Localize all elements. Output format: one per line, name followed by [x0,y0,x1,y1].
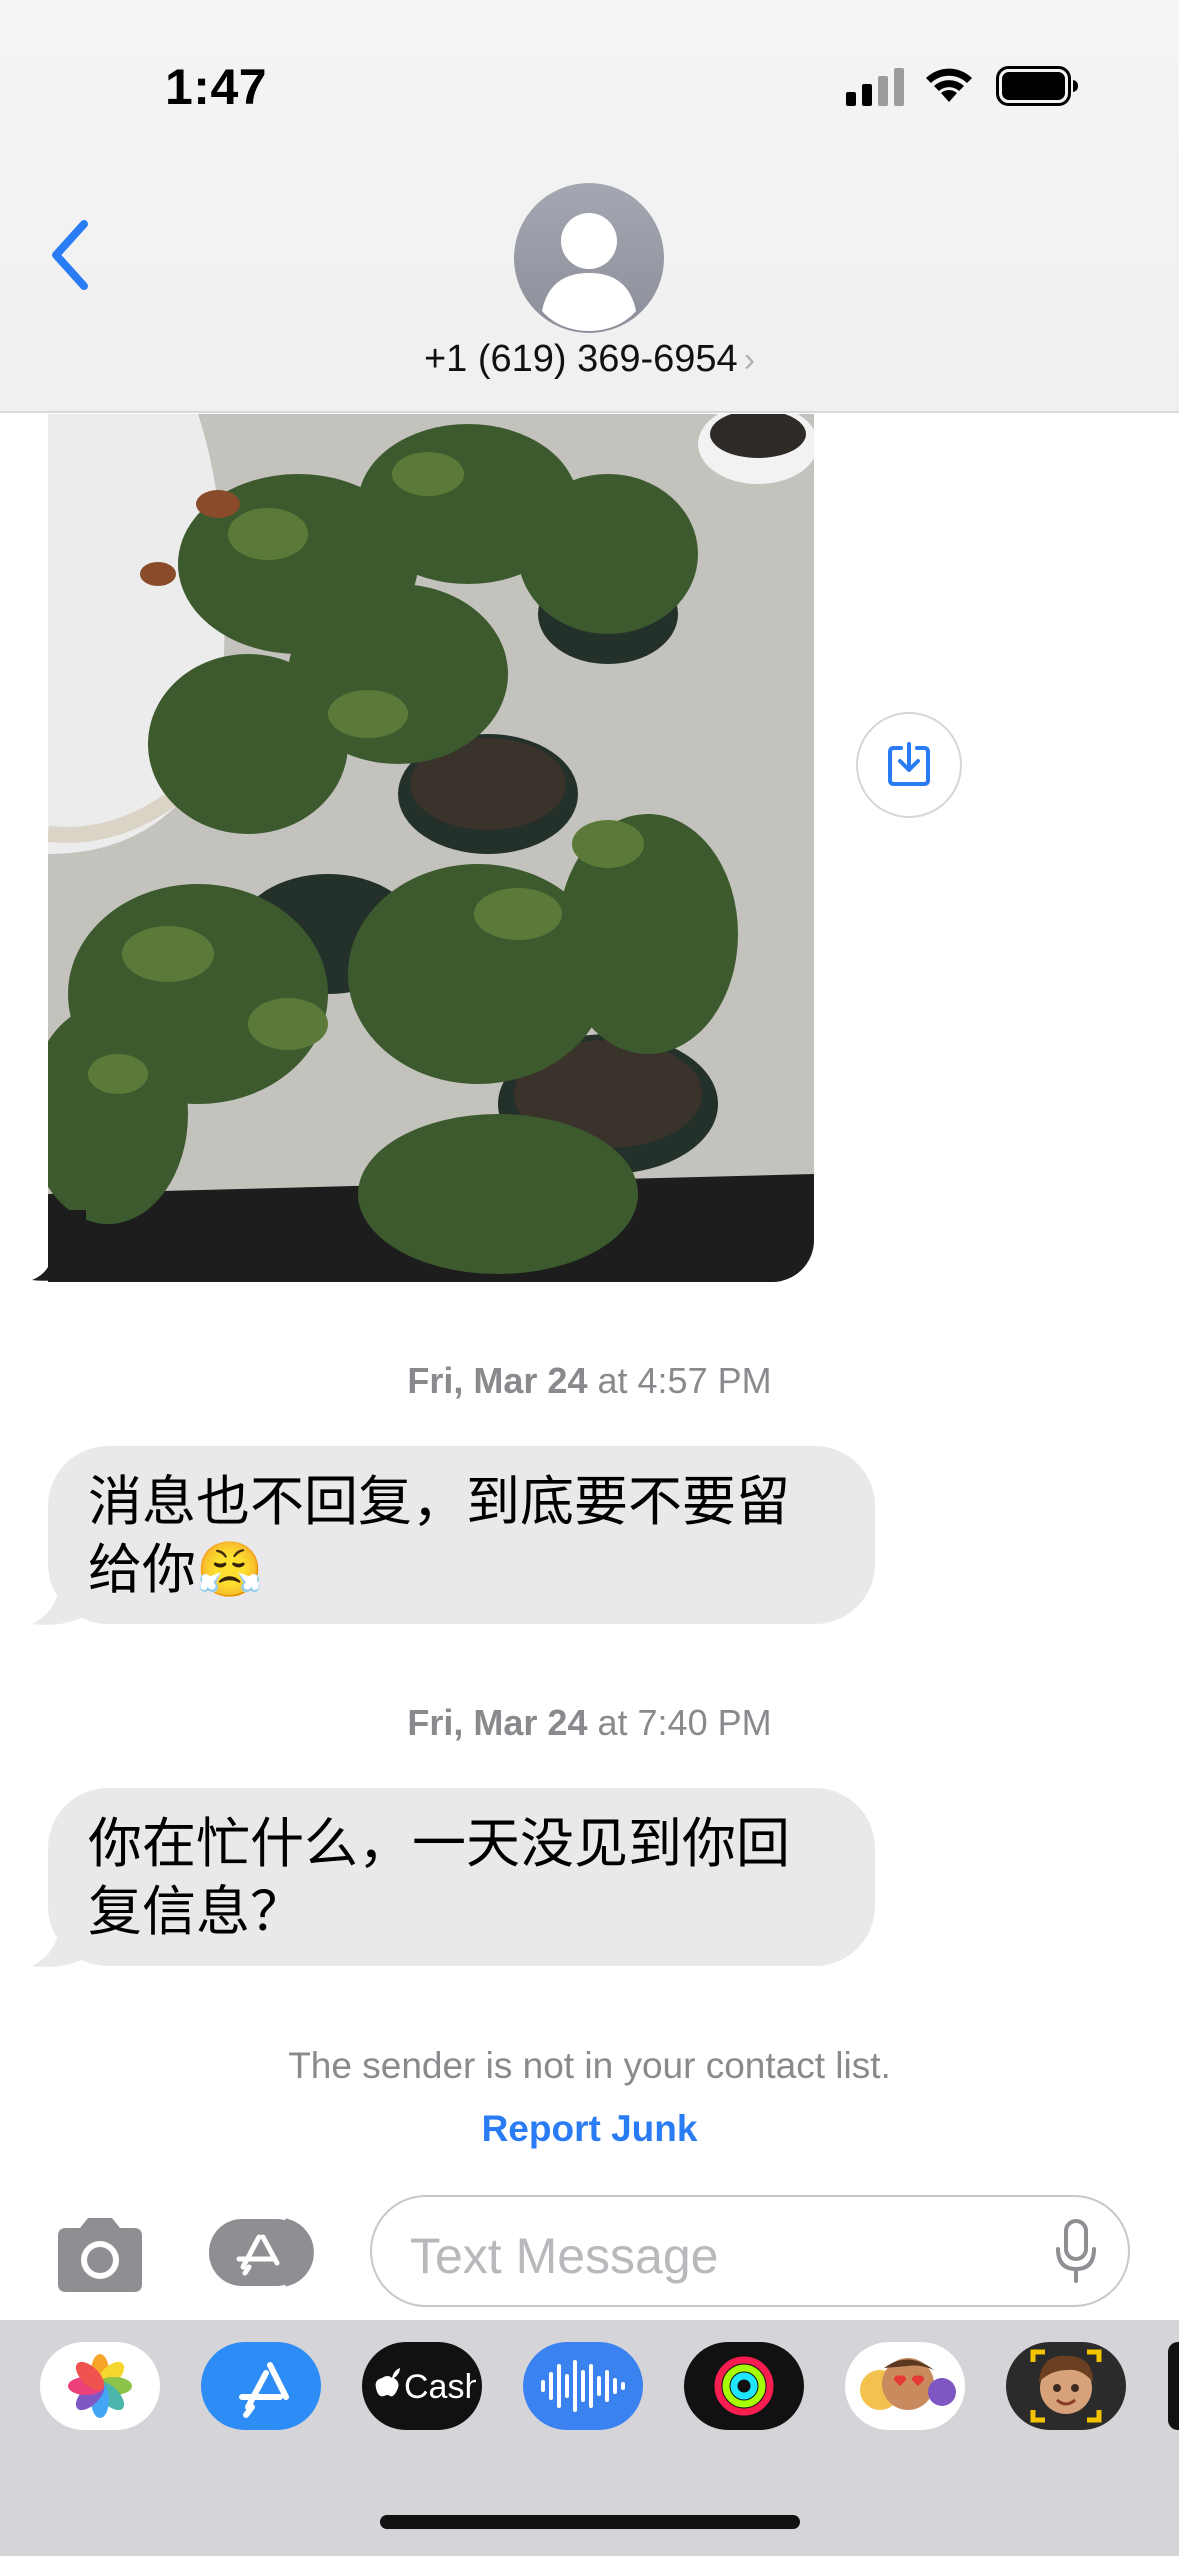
chevron-left-icon [52,220,88,290]
timestamp-day: Fri, Mar 24 [407,1702,588,1743]
message-text-field[interactable]: Text Message [370,2195,1130,2307]
incoming-message-bubble[interactable]: 你在忙什么，一天没见到你回复信息？ [48,1788,875,1966]
timestamp-day: Fri, Mar 24 [407,1360,588,1401]
app-store-icon [209,2218,314,2287]
rose-plants-image [48,414,814,1282]
more-apps-edge[interactable] [1168,2342,1179,2430]
battery-icon [996,66,1078,106]
apple-cash-app-button[interactable]: Cash [362,2342,482,2430]
home-indicator [380,2515,800,2529]
timestamp-time: at 4:57 PM [597,1360,772,1401]
wifi-icon [926,68,972,102]
status-bar: 1:47 [0,0,1179,160]
message-text: 你在忙什么，一天没见到你回复信息？ [88,1812,790,1943]
timestamp-time: at 7:40 PM [597,1702,772,1743]
memoji-stickers-app-button[interactable] [845,2342,965,2430]
bubble-tail [32,1918,90,1967]
person-icon [542,213,636,331]
contact-avatar[interactable] [514,183,664,333]
contact-name-button[interactable]: +1 (619) 369-6954 › [0,338,1179,381]
fitness-rings-icon [714,2356,774,2416]
contact-name: +1 (619) 369-6954 [423,338,738,380]
incoming-message-bubble[interactable]: 消息也不回复，到底要不要留给你😤 [48,1446,875,1624]
microphone-icon[interactable] [1054,2219,1098,2283]
unknown-sender-notice: The sender is not in your contact list. [288,2045,891,2086]
audio-waveform-icon [541,2360,625,2412]
audio-app-button[interactable] [523,2342,643,2430]
message-text: 消息也不回复，到底要不要留给你😤 [88,1470,790,1601]
photo-bubble-tail [32,1210,86,1281]
save-photo-button[interactable] [856,712,962,818]
memoji-app-button[interactable] [1006,2342,1126,2430]
svg-text:Cash: Cash [404,2368,476,2406]
cellular-signal-icon [846,68,904,106]
chevron-right-icon: › [743,341,756,379]
message-timestamp: Fri, Mar 24 at 7:40 PM [0,1702,1179,1744]
download-icon [888,742,930,786]
photos-icon [68,2354,132,2418]
app-store-icon [239,2362,289,2418]
message-placeholder: Text Message [410,2228,719,2284]
apple-cash-icon: Cash [375,2368,476,2406]
status-time: 1:47 [165,59,268,115]
photo-attachment[interactable] [48,414,814,1282]
message-timestamp: Fri, Mar 24 at 4:57 PM [0,1360,1179,1402]
memoji-icon [1030,2349,1102,2423]
fitness-app-button[interactable] [684,2342,804,2430]
bubble-tail [32,1576,90,1625]
camera-icon [58,2218,142,2292]
memoji-stickers-icon [860,2358,956,2410]
report-junk-link[interactable]: Report Junk [0,2108,1179,2150]
app-store-app-button[interactable] [201,2342,321,2430]
photos-app-button[interactable] [40,2342,160,2430]
back-button[interactable] [40,210,110,300]
camera-button[interactable] [50,2210,150,2300]
app-store-button[interactable] [205,2215,320,2290]
